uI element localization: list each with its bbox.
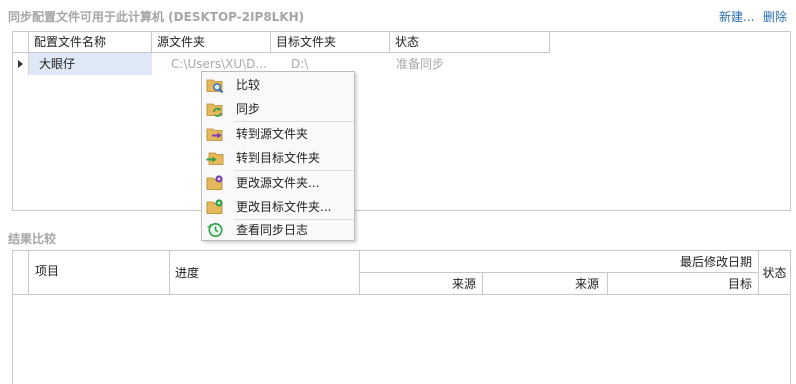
table-header: 配置文件名称 源文件夹 目标文件夹 状态 (13, 32, 550, 53)
profiles-heading: 同步配置文件可用于此计算机 (DESKTOP-2IP8LKH) (8, 10, 305, 24)
menu-item-label: 转到源文件夹 (236, 127, 309, 141)
column-header-target[interactable]: 目标 (608, 273, 759, 295)
column-header-last-modified[interactable]: 最后修改日期 (360, 251, 759, 273)
results-row-header-corner (13, 251, 29, 295)
folder-sync-icon (206, 103, 223, 117)
menu-item-go-to-source-folder[interactable]: 转到源文件夹 (202, 122, 354, 146)
menu-item-label: 同步 (236, 102, 261, 116)
status-cell[interactable]: 准备同步 (396, 53, 516, 75)
column-header-target-folder[interactable]: 目标文件夹 (271, 32, 390, 52)
column-header-source-a[interactable]: 来源 (360, 273, 483, 295)
results-table: 项目 进度 最后修改日期 来源 来源 目标 状态 (12, 250, 791, 384)
column-header-status[interactable]: 状态 (390, 32, 550, 52)
results-heading: 结果比较 (8, 232, 57, 246)
menu-item-compare[interactable]: 比较 (202, 73, 354, 97)
sync-profiles-table: 配置文件名称 源文件夹 目标文件夹 状态 大眼仔 C:\Users\XU\D..… (12, 31, 791, 211)
history-clock-icon (207, 223, 223, 237)
column-header-progress[interactable]: 进度 (170, 251, 360, 295)
column-header-source-folder[interactable]: 源文件夹 (152, 32, 271, 52)
menu-item-change-source-folder[interactable]: 更改源文件夹... (202, 171, 354, 195)
menu-item-label: 更改源文件夹... (236, 176, 320, 190)
menu-item-change-target-folder[interactable]: 更改目标文件夹... (202, 195, 354, 219)
row-header-corner (13, 32, 29, 52)
menu-item-sync[interactable]: 同步 (202, 97, 354, 121)
delete-profile-link[interactable]: 删除 (763, 8, 787, 25)
folder-edit-icon (206, 175, 223, 190)
row-selector[interactable] (13, 53, 29, 75)
menu-item-label: 转到目标文件夹 (236, 151, 321, 165)
menu-item-go-to-target-folder[interactable]: 转到目标文件夹 (202, 146, 354, 170)
menu-item-label: 查看同步日志 (236, 223, 309, 237)
column-header-status[interactable]: 状态 (759, 251, 790, 295)
menu-item-label: 更改目标文件夹... (236, 200, 332, 214)
context-menu: 比较 同步 转到源文件夹 转到目标文件夹 更改源文件夹... 更改目标文件夹..… (201, 71, 355, 241)
profile-name-cell[interactable]: 大眼仔 (29, 53, 152, 75)
folder-arrow-icon (206, 128, 223, 141)
folder-arrow-in-icon (206, 152, 224, 165)
menu-item-label: 比较 (236, 78, 261, 92)
column-header-source-b[interactable]: 来源 (483, 273, 608, 295)
new-profile-link[interactable]: 新建... (719, 8, 754, 25)
column-header-item[interactable]: 项目 (29, 251, 170, 295)
table-row[interactable]: 大眼仔 C:\Users\XU\D... D:\ 准备同步 (13, 53, 790, 75)
folder-edit-target-icon (206, 199, 223, 214)
menu-item-view-sync-log[interactable]: 查看同步日志 (202, 218, 354, 242)
current-row-arrow-icon (18, 60, 23, 68)
folder-magnifier-icon (206, 79, 224, 94)
column-header-profile-name[interactable]: 配置文件名称 (29, 32, 152, 52)
